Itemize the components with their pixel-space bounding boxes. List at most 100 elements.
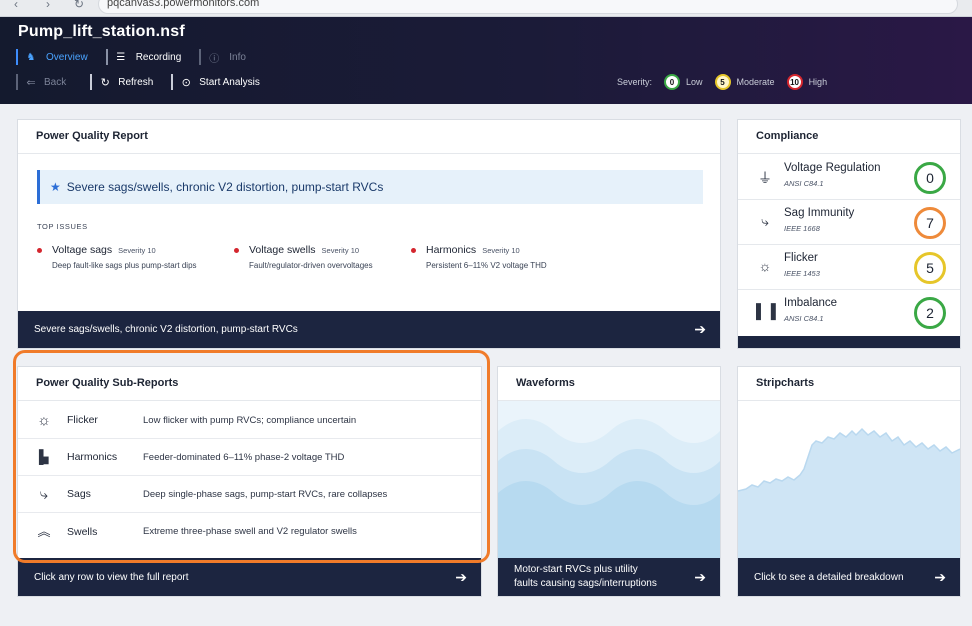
stripcharts-footer[interactable]: Click to see a detailed breakdown ➔ [738, 558, 960, 596]
compliance-standard: IEEE 1668 [784, 224, 820, 233]
toolbar: ⇐ Back ↻ Refresh ⊙ Start Analysis [16, 74, 270, 90]
power-quality-report-card: Power Quality Report ★ Severe sags/swell… [17, 119, 721, 349]
sub-reports-card: Power Quality Sub-Reports ☼ Flicker Low … [17, 366, 482, 597]
compliance-standard: IEEE 1453 [784, 269, 820, 278]
sub-report-name: Harmonics [67, 451, 118, 463]
tab-overview-label: Overview [46, 51, 88, 63]
compliance-name: Imbalance [784, 297, 838, 309]
compliance-imbalance[interactable]: ▌▐ Imbalance ANSI C84.1 2 [738, 291, 960, 335]
waveforms-card[interactable]: Waveforms Motor-start RVCs plus utility … [497, 366, 721, 597]
severity-dot [37, 248, 42, 253]
sub-report-row-harmonics[interactable]: ▐▖ Harmonics Feeder-dominated 6–11% phas… [18, 439, 481, 476]
back-button[interactable]: ⇐ Back [16, 74, 88, 90]
severity-dot [411, 248, 416, 253]
bar-chart-icon: ▐▖ [34, 449, 54, 464]
back-label: Back [44, 76, 67, 88]
issue-severity: Severity 10 [321, 246, 360, 255]
severity-moderate-label: Moderate [736, 77, 775, 87]
sun-icon: ☼ [37, 411, 51, 429]
compliance-card: Compliance ⏚ Voltage Regulation ANSI C84… [737, 119, 961, 349]
sub-report-row-flicker[interactable]: ☼ Flicker Low flicker with pump RVCs; co… [18, 402, 481, 439]
report-title: Power Quality Report [18, 120, 720, 154]
top-issues-label: TOP ISSUES [37, 222, 88, 231]
sub-report-name: Swells [67, 525, 98, 538]
stripcharts-footer-text: Click to see a detailed breakdown [754, 571, 904, 583]
star-icon: ★ [50, 180, 61, 194]
severity-high-label: High [808, 77, 828, 87]
tab-recording[interactable]: ☰ Recording [105, 49, 190, 65]
app-header: Pump_lift_station.nsf ♞ Overview ☰ Recor… [0, 17, 972, 104]
sub-report-row-sags[interactable]: ⤷ Sags Deep single-phase sags, pump-star… [18, 476, 481, 513]
sub-report-name: Flicker [67, 414, 98, 426]
tab-recording-label: Recording [135, 51, 182, 63]
issue-severity: Severity 10 [118, 246, 156, 255]
url-text: pqcanvas3.powermonitors.com [107, 0, 260, 9]
severity-low-badge: 0 [664, 74, 681, 90]
compliance-name: Flicker [784, 252, 818, 264]
nav-tabs: ♞ Overview ☰ Recording ⓘ Info [16, 49, 264, 65]
compliance-score-badge: 7 [914, 207, 946, 239]
sub-report-row-swells[interactable]: ︽ Swells Extreme three-phase swell and V… [18, 513, 481, 550]
issue-name: Voltage sags [52, 244, 113, 256]
severity-legend: Severity: 0 Low 5 Moderate 10 High [617, 74, 827, 90]
compliance-voltage-regulation[interactable]: ⏚ Voltage Regulation ANSI C84.1 0 [738, 156, 960, 200]
compliance-sag-immunity[interactable]: ⤷ Sag Immunity IEEE 1668 7 [738, 201, 960, 245]
sub-report-desc: Low flicker with pump RVCs; compliance u… [143, 414, 357, 426]
arrow-right-icon: ➔ [934, 568, 946, 585]
report-footer[interactable]: Severe sags/swells, chronic V2 distortio… [18, 311, 720, 348]
sub-reports-footer-text: Click any row to view the full report [34, 571, 189, 583]
waveform-graphic [498, 401, 720, 558]
tab-info-label: Info [229, 51, 246, 63]
address-bar[interactable]: pqcanvas3.powermonitors.com [98, 0, 958, 14]
stripcharts-title: Stripcharts [738, 367, 960, 401]
issue-desc: Deep fault-like sags plus pump-start dip… [52, 261, 197, 270]
refresh-icon: ↻ [100, 76, 110, 89]
issue-desc: Persistent 6–11% V2 voltage THD [426, 261, 547, 270]
sub-report-name: Sags [67, 488, 91, 500]
back-arrow-icon[interactable]: ‹ [14, 0, 18, 11]
compliance-flicker[interactable]: ☼ Flicker IEEE 1453 5 [738, 246, 960, 290]
sub-report-desc: Extreme three-phase swell and V2 regulat… [143, 526, 357, 537]
report-summary: ★ Severe sags/swells, chronic V2 distort… [37, 170, 703, 204]
compliance-footer [738, 336, 960, 348]
waveforms-footer-line1: Motor-start RVCs plus utility [514, 564, 638, 575]
compliance-name: Voltage Regulation [784, 162, 881, 174]
waveforms-footer[interactable]: Motor-start RVCs plus utility faults cau… [498, 558, 720, 596]
sag-icon: ⤷ [39, 485, 49, 503]
arrow-right-icon: ➔ [455, 568, 467, 585]
issue-name: Harmonics [426, 244, 477, 256]
start-analysis-button[interactable]: ⊙ Start Analysis [171, 74, 268, 90]
tab-overview[interactable]: ♞ Overview [16, 49, 96, 65]
refresh-label: Refresh [118, 76, 154, 88]
sub-report-desc: Deep single-phase sags, pump-start RVCs,… [143, 488, 388, 500]
sag-icon: ⤷ [761, 213, 769, 229]
waveforms-title: Waveforms [498, 367, 720, 401]
info-icon: ⓘ [209, 53, 220, 65]
arrow-left-icon: ⇐ [26, 76, 36, 89]
reload-icon[interactable]: ↻ [74, 0, 84, 11]
compliance-name: Sag Immunity [784, 207, 855, 219]
issue-severity: Severity 10 [482, 246, 520, 255]
sub-reports-footer[interactable]: Click any row to view the full report ➔ [18, 558, 481, 596]
tab-info[interactable]: ⓘ Info [199, 49, 254, 65]
waveforms-footer-line2: faults causing sags/interruptions [514, 578, 657, 589]
severity-low-label: Low [686, 77, 703, 87]
plug-icon: ⏚ [758, 170, 772, 186]
severity-moderate-badge: 5 [714, 74, 731, 90]
compliance-score-badge: 2 [914, 297, 946, 329]
page-title: Pump_lift_station.nsf [18, 23, 185, 40]
start-analysis-label: Start Analysis [199, 76, 260, 88]
play-circle-icon: ⊙ [181, 76, 191, 89]
issue-desc: Fault/regulator-driven overvoltages [249, 261, 373, 270]
compliance-title: Compliance [738, 120, 960, 154]
issue-name: Voltage swells [249, 244, 316, 256]
bar-chart-icon: ▌▐ [756, 303, 776, 319]
arrow-right-icon: ➔ [694, 569, 706, 585]
list-icon: ☰ [116, 51, 126, 63]
arrow-right-icon: ➔ [694, 321, 706, 337]
refresh-button[interactable]: ↻ Refresh [90, 74, 169, 90]
severity-moderate: 5 Moderate [714, 74, 775, 90]
forward-arrow-icon[interactable]: › [46, 0, 50, 11]
severity-low: 0 Low [664, 74, 703, 90]
stripcharts-card[interactable]: Stripcharts Click to see a detailed brea… [737, 366, 961, 597]
